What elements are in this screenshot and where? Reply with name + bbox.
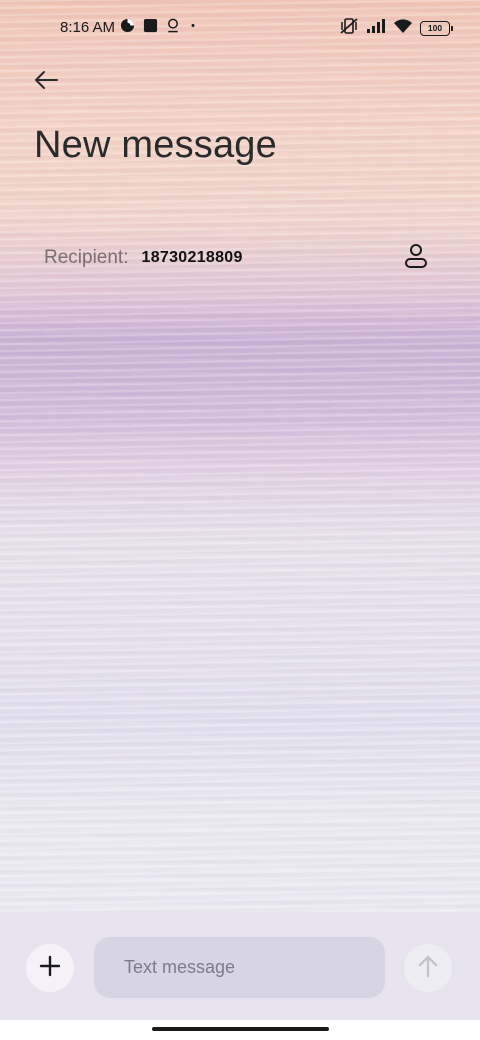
message-input[interactable] [122,956,357,979]
recipient-label: Recipient: [44,247,129,268]
arrow-up-icon [417,954,439,983]
arrow-left-icon [33,70,59,95]
page-title: New message [34,124,277,166]
add-attachment-button[interactable] [26,944,74,992]
dot-icon [188,18,198,37]
status-bar: 8:16 AM 100 [0,0,480,56]
vibrate-off-icon [339,17,359,39]
battery-indicator: 100 [420,20,453,36]
plus-icon [39,955,61,982]
stop-square-icon [143,18,158,37]
recipient-number[interactable]: 18730218809 [142,249,243,267]
data-saver-icon [120,18,135,37]
compose-bar [0,912,480,1020]
location-pin-icon [166,18,180,37]
home-indicator[interactable] [152,1027,329,1031]
message-input-container[interactable] [94,937,385,998]
recipient-row[interactable]: Recipient: 18730218809 [44,240,434,276]
back-button[interactable] [28,64,64,100]
navigation-bar [0,1020,480,1040]
status-notification-icons [120,18,198,37]
wifi-icon [393,18,413,38]
status-system-icons: 100 [339,17,453,39]
signal-icon [366,18,386,38]
person-icon [404,243,428,274]
status-time: 8:16 AM [60,19,116,36]
contact-picker-button[interactable] [398,240,434,276]
send-button[interactable] [404,944,452,992]
